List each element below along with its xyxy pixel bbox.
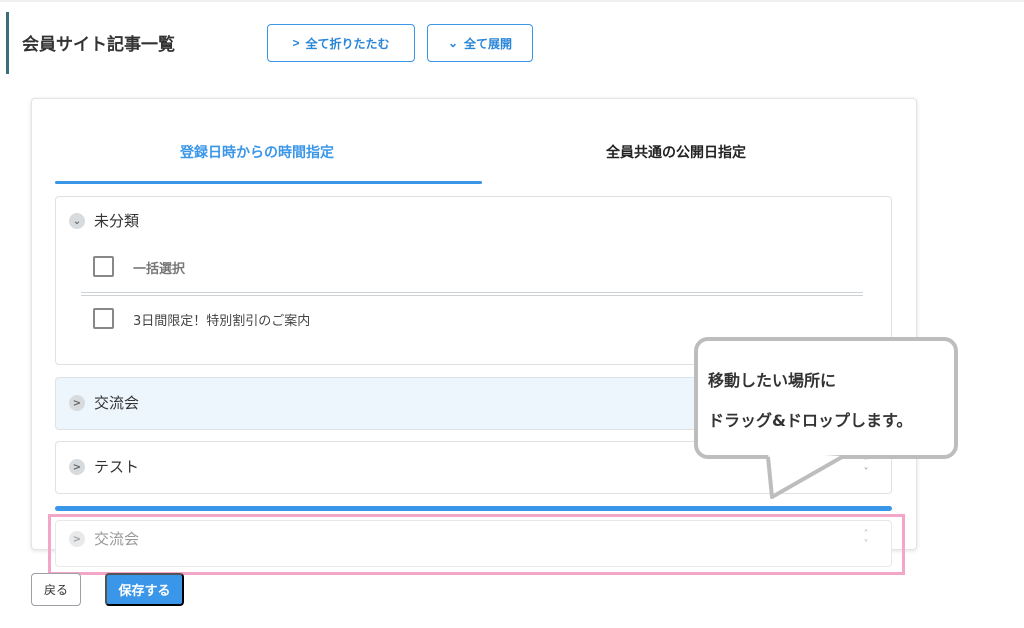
category-label-koryukai[interactable]: 交流会 [94,392,139,413]
select-all-label: 一括選択 [133,262,186,277]
select-all-checkbox[interactable] [93,256,114,277]
sort-handle-icon[interactable]: ˄ ˅ [859,458,873,480]
category-label-test[interactable]: テスト [94,456,139,477]
page-title: 会員サイト記事一覧 [22,35,175,55]
highlight-frame [48,514,905,575]
drop-indicator [55,506,892,511]
divider [81,295,863,296]
callout-line-1: 移動したい場所に [708,371,837,390]
callout-bubble [694,337,958,459]
save-button[interactable]: 保存する [105,573,184,606]
divider [81,292,863,293]
tab-relative-time[interactable]: 登録日時からの時間指定 [180,142,334,162]
active-tab-indicator [55,181,482,184]
callout-line-2: ドラッグ&ドロップします。 [708,411,913,430]
chevron-down-icon[interactable]: ⌄ [69,213,85,229]
title-accent-bar [6,12,9,74]
expand-all-button[interactable]: ⌄ 全て展開 [427,24,533,62]
top-divider [0,0,1024,2]
back-button[interactable]: 戻る [31,573,81,606]
collapse-all-button[interactable]: > 全て折りたたむ [267,24,415,62]
chevron-down-icon: ⌄ [447,36,459,50]
chevron-right-icon[interactable]: > [69,459,85,475]
category-label-uncategorized[interactable]: 未分類 [94,210,139,231]
chevron-right-icon: > [292,36,300,50]
chevron-right-icon[interactable]: > [69,395,85,411]
article-checkbox[interactable] [93,308,114,329]
article-title[interactable]: 3日間限定！特別割引のご案内 [133,310,310,329]
expand-all-label: 全て展開 [464,36,513,51]
tab-common-date[interactable]: 全員共通の公開日指定 [606,142,746,162]
collapse-all-label: 全て折りたたむ [305,36,390,51]
